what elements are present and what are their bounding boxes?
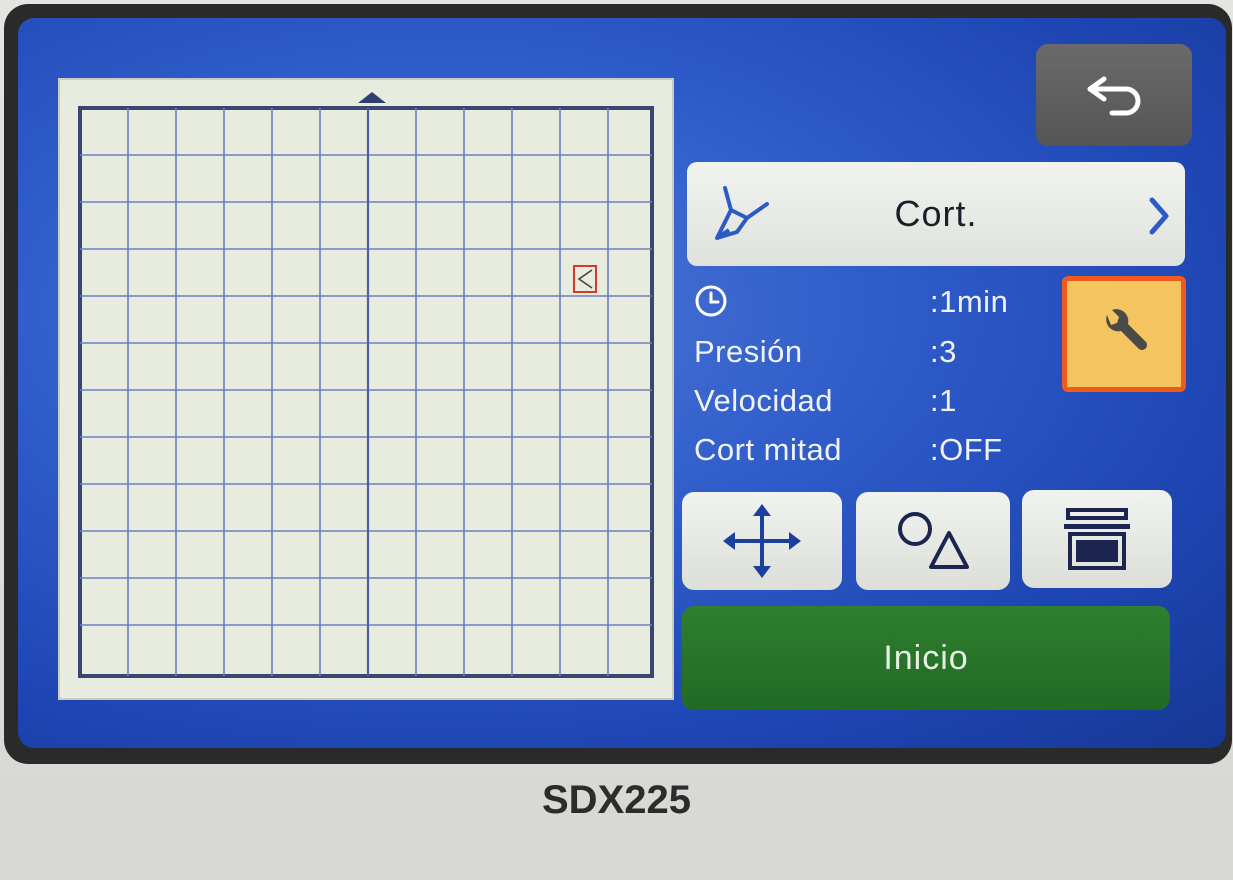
half-cut-label: Cort mitad: [694, 432, 842, 467]
speed-value: :1: [930, 383, 957, 418]
device-body: Cort. :1min Presión :3 Velocidad:1 Cort…: [0, 0, 1233, 880]
pressure-value: :3: [930, 334, 957, 369]
wrench-icon: [1106, 309, 1147, 350]
lcd-screen: Cort. :1min Presión :3 Velocidad:1 Cort…: [18, 18, 1226, 748]
mat-origin-marker: [358, 92, 386, 103]
screen-bezel: Cort. :1min Presión :3 Velocidad:1 Cort…: [4, 4, 1232, 764]
time-value: :1min: [930, 284, 1009, 319]
tool-selector-button[interactable]: Cort.: [687, 162, 1185, 266]
mat-grid: [78, 106, 654, 678]
model-label: SDX225: [542, 778, 691, 822]
mat-preview[interactable]: [58, 78, 674, 700]
edit-shapes-button[interactable]: [856, 492, 1010, 590]
return-arrow-icon: [1087, 76, 1141, 116]
settings-button[interactable]: [1062, 276, 1186, 392]
circle-triangle-icon: [898, 512, 969, 569]
half-cut-value: :OFF: [930, 432, 1003, 467]
chevron-right-icon: [1149, 197, 1169, 235]
move-button[interactable]: [682, 492, 842, 590]
scanner-icon: [1064, 508, 1130, 570]
speed-label: Velocidad: [694, 383, 833, 418]
back-button[interactable]: [1036, 44, 1192, 146]
pressure-label: Presión: [694, 334, 803, 369]
move-arrows-icon: [723, 504, 801, 578]
scan-button[interactable]: [1022, 490, 1172, 588]
clock-icon: [695, 285, 727, 317]
tool-label: Cort.: [894, 193, 978, 234]
start-button[interactable]: Inicio: [682, 606, 1170, 710]
